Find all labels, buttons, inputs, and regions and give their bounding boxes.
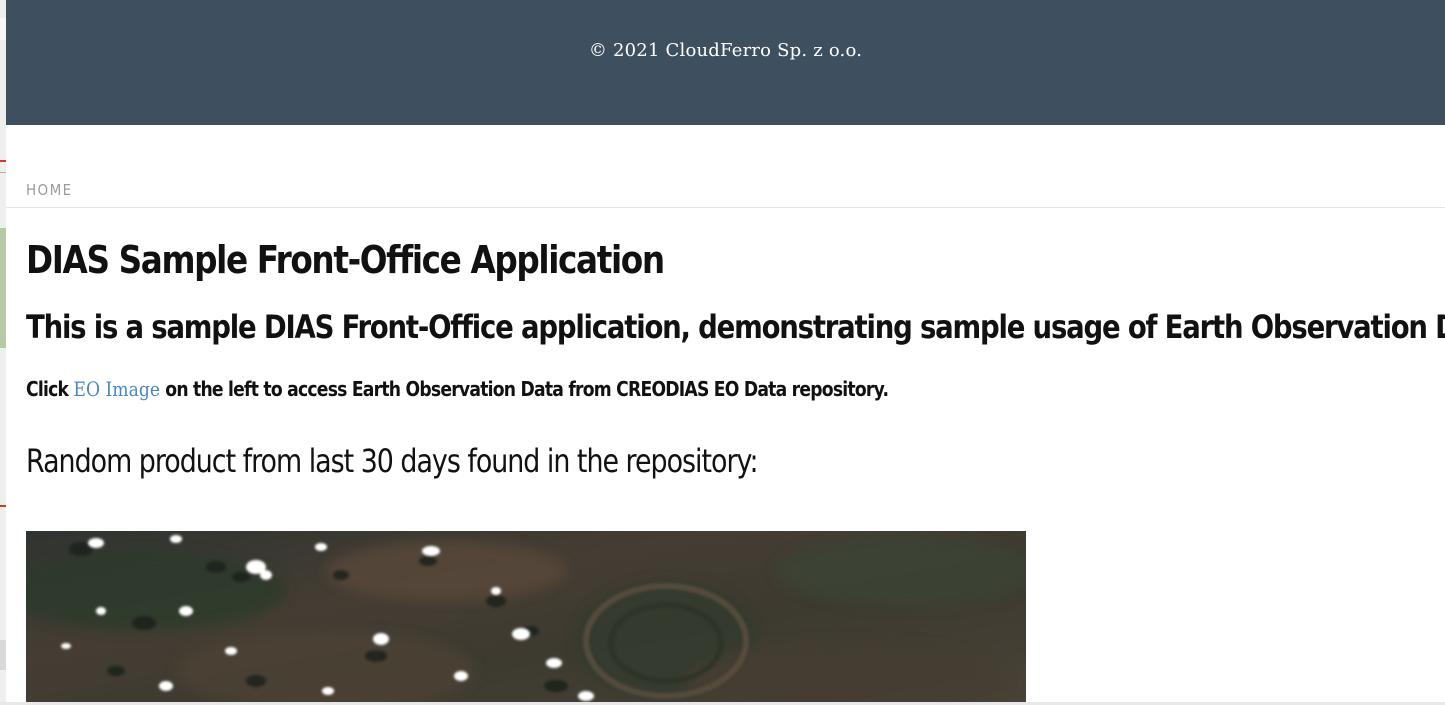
- instructions-suffix: on the left to access Earth Observation …: [160, 377, 889, 401]
- instructions-text: Click EO Image on the left to access Ear…: [26, 372, 1230, 406]
- breadcrumb: HOME: [6, 175, 1445, 208]
- page-subtitle: This is a sample DIAS Front-Office appli…: [26, 308, 1445, 346]
- page-title: DIAS Sample Front-Office Application: [26, 238, 665, 282]
- random-product-heading: Random product from last 30 days found i…: [26, 442, 759, 480]
- eo-satellite-image: [26, 531, 1026, 705]
- footer-band: © 2021 CloudFerro Sp. z o.o.: [6, 0, 1445, 125]
- instructions-prefix: Click: [26, 377, 74, 401]
- main-content: DIAS Sample Front-Office Application Thi…: [26, 230, 1445, 484]
- copyright-text: © 2021 CloudFerro Sp. z o.o.: [588, 40, 863, 61]
- browser-viewport: © 2021 CloudFerro Sp. z o.o. HOME DIAS S…: [0, 0, 1445, 705]
- eo-image-link[interactable]: EO Image: [73, 377, 160, 401]
- breadcrumb-home-link[interactable]: HOME: [26, 181, 73, 199]
- web-page: © 2021 CloudFerro Sp. z o.o. HOME DIAS S…: [6, 0, 1445, 705]
